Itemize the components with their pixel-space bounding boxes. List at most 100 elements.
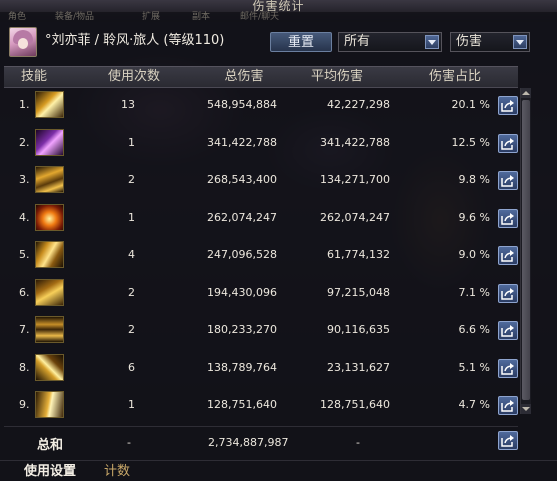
share-button[interactable] xyxy=(498,171,518,190)
share-icon xyxy=(501,137,514,150)
skill-icon-gold-burst[interactable] xyxy=(35,241,64,268)
skill-icon-purple-arc[interactable] xyxy=(35,128,64,156)
row-average-damage: 262,074,247 xyxy=(320,210,390,224)
background-menu-item: 副本 xyxy=(192,12,211,22)
share-icon xyxy=(501,175,514,187)
row-total-damage: 262,074,247 xyxy=(207,210,277,224)
column-header-total-damage[interactable]: 总伤害 xyxy=(214,67,274,87)
row-damage-share: 4.7 % xyxy=(458,398,490,411)
background-menu: 角色 装备/物品 扩展 副本 邮件/聊天 xyxy=(0,12,557,22)
table-scrollbar[interactable] xyxy=(520,88,531,414)
filter-select-value: 所有 xyxy=(344,34,371,49)
skill-icon-gold-slash[interactable] xyxy=(35,91,64,118)
background-menu-item: 邮件/聊天 xyxy=(240,12,280,22)
row-uses: 2 xyxy=(128,173,135,186)
table-row[interactable]: 8. 6 138,789,764 23,131,627 5.1 % xyxy=(4,351,518,385)
table-row[interactable]: 4. 1 262,074,247 262,074,247 9.6 % xyxy=(4,201,518,235)
row-total-damage: 138,789,764 xyxy=(207,360,277,374)
chevron-down-icon[interactable] xyxy=(513,35,527,49)
total-average: - xyxy=(356,436,360,449)
skill-icon-gold-rune[interactable] xyxy=(35,353,64,381)
table-row[interactable]: 9. 1 128,751,640 128,751,640 4.7 % xyxy=(4,388,518,422)
row-index: 7. xyxy=(19,323,30,336)
row-total-damage: 194,430,096 xyxy=(207,285,277,299)
row-total-damage: 548,954,884 xyxy=(207,98,277,111)
metric-select-value: 伤害 xyxy=(456,34,483,49)
table-header: 技能 使用次数 总伤害 平均伤害 伤害占比 xyxy=(4,66,518,88)
row-uses: 2 xyxy=(128,323,135,336)
table-row[interactable]: 2. 1 341,422,788 341,422,788 12.5 % xyxy=(4,126,518,160)
row-total-damage: 180,233,270 xyxy=(207,323,277,336)
row-damage-share: 12.5 % xyxy=(451,135,490,149)
total-damage: 2,734,887,987 xyxy=(208,436,289,449)
scrollbar-thumb[interactable] xyxy=(522,100,530,400)
table-row[interactable]: 5. 4 247,096,528 61,774,132 9.0 % xyxy=(4,238,518,272)
row-index: 1. xyxy=(19,98,30,111)
metric-select[interactable]: 伤害 xyxy=(450,32,530,52)
skill-icon-gold-claw[interactable] xyxy=(35,278,64,306)
row-uses: 1 xyxy=(128,135,135,149)
scroll-up-arrow-icon[interactable] xyxy=(521,88,531,98)
share-icon xyxy=(501,287,514,300)
row-uses: 2 xyxy=(128,285,135,299)
row-damage-share: 9.8 % xyxy=(458,173,490,186)
row-uses: 4 xyxy=(128,248,135,261)
table-row[interactable]: 3. 2 268,543,400 134,271,700 9.8 % xyxy=(4,163,518,197)
share-button[interactable] xyxy=(498,358,518,378)
reset-button[interactable]: 重置 xyxy=(270,32,332,52)
row-damage-share: 9.0 % xyxy=(458,248,490,261)
row-index: 6. xyxy=(19,285,30,299)
row-index: 4. xyxy=(19,210,30,224)
row-uses: 1 xyxy=(128,210,135,224)
damage-table-body: 1. 13 548,954,884 42,227,298 20.1 % 2. 1 341,42… xyxy=(0,88,520,418)
table-row[interactable]: 6. 2 194,430,096 97,215,048 7.1 % xyxy=(4,276,518,310)
damage-stats-window: 伤害统计 角色 装备/物品 扩展 副本 邮件/聊天 °刘亦菲 / 聆风·旅人 (… xyxy=(0,0,557,481)
row-damage-share: 5.1 % xyxy=(458,360,490,374)
table-row[interactable]: 7. 2 180,233,270 90,116,635 6.6 % xyxy=(4,313,518,347)
total-uses: - xyxy=(127,436,131,449)
column-header-damage-share[interactable]: 伤害占比 xyxy=(420,67,490,87)
total-label: 总和 xyxy=(37,438,64,453)
row-average-damage: 42,227,298 xyxy=(327,98,390,111)
chevron-down-icon[interactable] xyxy=(425,35,439,49)
character-label: °刘亦菲 / 聆风·旅人 (等级110) xyxy=(45,33,225,48)
share-button[interactable] xyxy=(498,96,518,115)
skill-icon-gold-wind[interactable] xyxy=(35,166,64,193)
row-uses: 13 xyxy=(121,98,135,111)
row-total-damage: 247,096,528 xyxy=(207,248,277,261)
filter-select[interactable]: 所有 xyxy=(338,32,442,52)
skill-icon-gold-gate[interactable] xyxy=(35,316,64,343)
column-header-uses[interactable]: 使用次数 xyxy=(100,67,168,87)
share-button[interactable] xyxy=(498,321,518,340)
character-avatar xyxy=(9,27,37,57)
share-icon xyxy=(501,250,514,262)
row-damage-share: 7.1 % xyxy=(458,285,490,299)
row-index: 8. xyxy=(19,360,30,374)
row-damage-share: 9.6 % xyxy=(458,210,490,224)
column-header-average-damage[interactable]: 平均伤害 xyxy=(302,67,372,87)
share-button[interactable] xyxy=(498,283,518,303)
row-index: 9. xyxy=(19,398,30,411)
row-average-damage: 97,215,048 xyxy=(327,285,390,299)
column-header-skill[interactable]: 技能 xyxy=(14,67,54,87)
share-button[interactable] xyxy=(498,431,518,450)
row-average-damage: 23,131,627 xyxy=(327,360,390,374)
row-total-damage: 128,751,640 xyxy=(207,398,277,411)
bottom-tabs: 使用设置 计数 xyxy=(0,460,557,481)
tab-usage-settings[interactable]: 使用设置 xyxy=(24,463,76,481)
row-average-damage: 61,774,132 xyxy=(327,248,390,261)
tab-count[interactable]: 计数 xyxy=(104,463,130,481)
background-menu-item: 角色 xyxy=(8,12,27,22)
row-total-damage: 341,422,788 xyxy=(207,135,277,149)
row-uses: 1 xyxy=(128,398,135,411)
table-row[interactable]: 1. 13 548,954,884 42,227,298 20.1 % xyxy=(4,88,518,122)
skill-icon-gold-blade[interactable] xyxy=(35,391,64,418)
row-average-damage: 128,751,640 xyxy=(320,398,390,411)
share-button[interactable] xyxy=(498,246,518,265)
skill-icon-fire-burst[interactable] xyxy=(35,203,64,231)
row-total-damage: 268,543,400 xyxy=(207,173,277,186)
share-button[interactable] xyxy=(498,396,518,415)
share-button[interactable] xyxy=(498,208,518,228)
scroll-down-arrow-icon[interactable] xyxy=(521,404,531,414)
share-button[interactable] xyxy=(498,133,518,153)
